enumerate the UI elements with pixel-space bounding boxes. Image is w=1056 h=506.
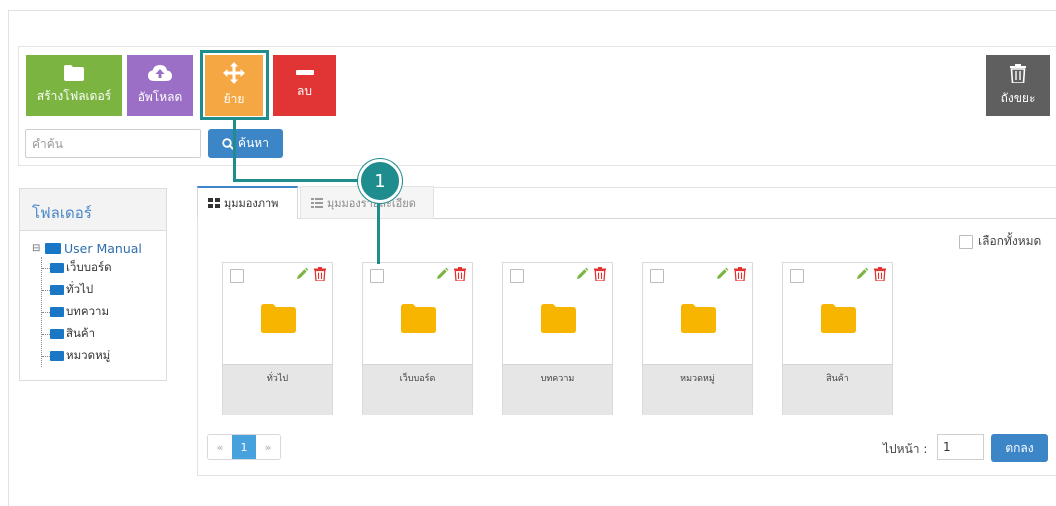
folder-panel: โฟลเดอร์ ⊟ User Manual เว็บบอร์ด ทั่วไป … [19, 188, 167, 381]
grid-icon [208, 198, 220, 208]
delete-label: ลบ [297, 84, 312, 98]
tree-item-webboard[interactable]: เว็บบอร์ด [42, 257, 166, 279]
tree-root-label: User Manual [64, 240, 142, 256]
move-label: ย้าย [223, 92, 245, 106]
trash-icon[interactable] [734, 267, 746, 281]
tab-grid-view[interactable]: มุมมองภาพ [197, 186, 298, 219]
tree-item-label: เว็บบอร์ด [66, 260, 112, 274]
card-label: บทความ [540, 374, 575, 384]
folder-panel-title: โฟลเดอร์ [20, 189, 166, 231]
pencil-icon[interactable] [295, 267, 309, 281]
trash-label: ถังขยะ [1000, 90, 1036, 105]
create-folder-button[interactable]: สร้างโฟลเดอร์ [26, 55, 122, 116]
card-label: ทั่วไป [266, 374, 289, 384]
tree-item-label: สินค้า [66, 326, 96, 340]
trash-icon[interactable] [874, 267, 886, 281]
select-all[interactable]: เลือกทั้งหมด [959, 232, 1041, 251]
callout-badge: 1 [358, 159, 402, 203]
card-checkbox[interactable] [370, 269, 384, 283]
folder-icon [50, 351, 64, 361]
card-label: สินค้า [826, 374, 849, 384]
tree-item-general[interactable]: ทั่วไป [42, 279, 166, 301]
folder-icon [401, 304, 436, 333]
search-input[interactable] [25, 129, 201, 158]
pagination-prev[interactable]: « [208, 435, 232, 459]
tree-item-label: ทั่วไป [66, 282, 94, 296]
minus-icon [295, 70, 314, 75]
trash-icon[interactable] [594, 267, 606, 281]
card-checkbox[interactable] [790, 269, 804, 283]
pencil-icon[interactable] [855, 267, 869, 281]
pagination-page[interactable]: 1 [232, 435, 256, 459]
card-label: หมวดหมู่ [680, 374, 715, 384]
select-all-checkbox[interactable] [959, 234, 973, 249]
callout-line [233, 119, 236, 181]
folder-card[interactable]: หมวดหมู่ [642, 262, 753, 415]
folder-card[interactable]: บทความ [502, 262, 613, 415]
tree-item-product[interactable]: สินค้า [42, 323, 166, 345]
goto-page-input[interactable] [937, 434, 984, 460]
trash-icon[interactable] [454, 267, 466, 281]
folder-icon [45, 242, 61, 254]
pagination-next[interactable]: » [256, 435, 280, 459]
tree-item-label: หมวดหมู่ [66, 348, 111, 362]
trash-icon[interactable] [314, 267, 326, 281]
folder-icon [821, 304, 856, 333]
list-icon [311, 197, 323, 208]
tree-item-label: บทความ [66, 304, 110, 318]
folder-tree: ⊟ User Manual เว็บบอร์ด ทั่วไป บทความ สิ… [20, 231, 166, 367]
card-label: เว็บบอร์ด [399, 374, 436, 384]
pagination: « 1 » [207, 434, 281, 460]
callout-line [377, 200, 380, 264]
search-button[interactable]: ค้นหา [208, 129, 283, 158]
cloud-upload-icon [148, 65, 172, 81]
pencil-icon[interactable] [575, 267, 589, 281]
trash-button[interactable]: ถังขยะ [986, 55, 1050, 116]
folder-icon [50, 285, 64, 295]
delete-button[interactable]: ลบ [273, 55, 336, 116]
search-button-label: ค้นหา [238, 136, 269, 150]
tab-grid-label: มุมมองภาพ [224, 197, 279, 210]
select-all-label: เลือกทั้งหมด [978, 234, 1042, 248]
folder-icon [681, 304, 716, 333]
folder-icon [50, 329, 64, 339]
goto-label: ไปหน้า : [883, 442, 928, 456]
card-checkbox[interactable] [230, 269, 244, 283]
folder-icon [541, 304, 576, 333]
create-folder-label: สร้างโฟลเดอร์ [36, 89, 112, 103]
pencil-icon[interactable] [715, 267, 729, 281]
card-checkbox[interactable] [510, 269, 524, 283]
card-checkbox[interactable] [650, 269, 664, 283]
folder-card[interactable]: สินค้า [782, 262, 893, 415]
move-arrows-icon [223, 62, 245, 84]
folder-icon [50, 263, 64, 273]
folder-card[interactable]: เว็บบอร์ด [362, 262, 473, 415]
move-button[interactable]: ย้าย [205, 55, 263, 116]
tree-item-article[interactable]: บทความ [42, 301, 166, 323]
goto-ok-button[interactable]: ตกลง [991, 434, 1048, 462]
folder-icon [64, 65, 84, 81]
callout-line [233, 179, 361, 182]
trash-icon [1010, 63, 1026, 83]
tree-children: เว็บบอร์ด ทั่วไป บทความ สินค้า หมวดหมู่ [41, 257, 166, 367]
folder-card[interactable]: ทั่วไป [222, 262, 333, 415]
upload-label: อัพโหลด [137, 90, 183, 104]
tree-root[interactable]: ⊟ User Manual [32, 239, 166, 257]
collapse-icon[interactable]: ⊟ [32, 243, 42, 254]
folder-icon [50, 307, 64, 317]
tree-item-category[interactable]: หมวดหมู่ [42, 345, 166, 367]
folder-icon [261, 304, 296, 333]
upload-button[interactable]: อัพโหลด [127, 55, 193, 116]
pencil-icon[interactable] [435, 267, 449, 281]
